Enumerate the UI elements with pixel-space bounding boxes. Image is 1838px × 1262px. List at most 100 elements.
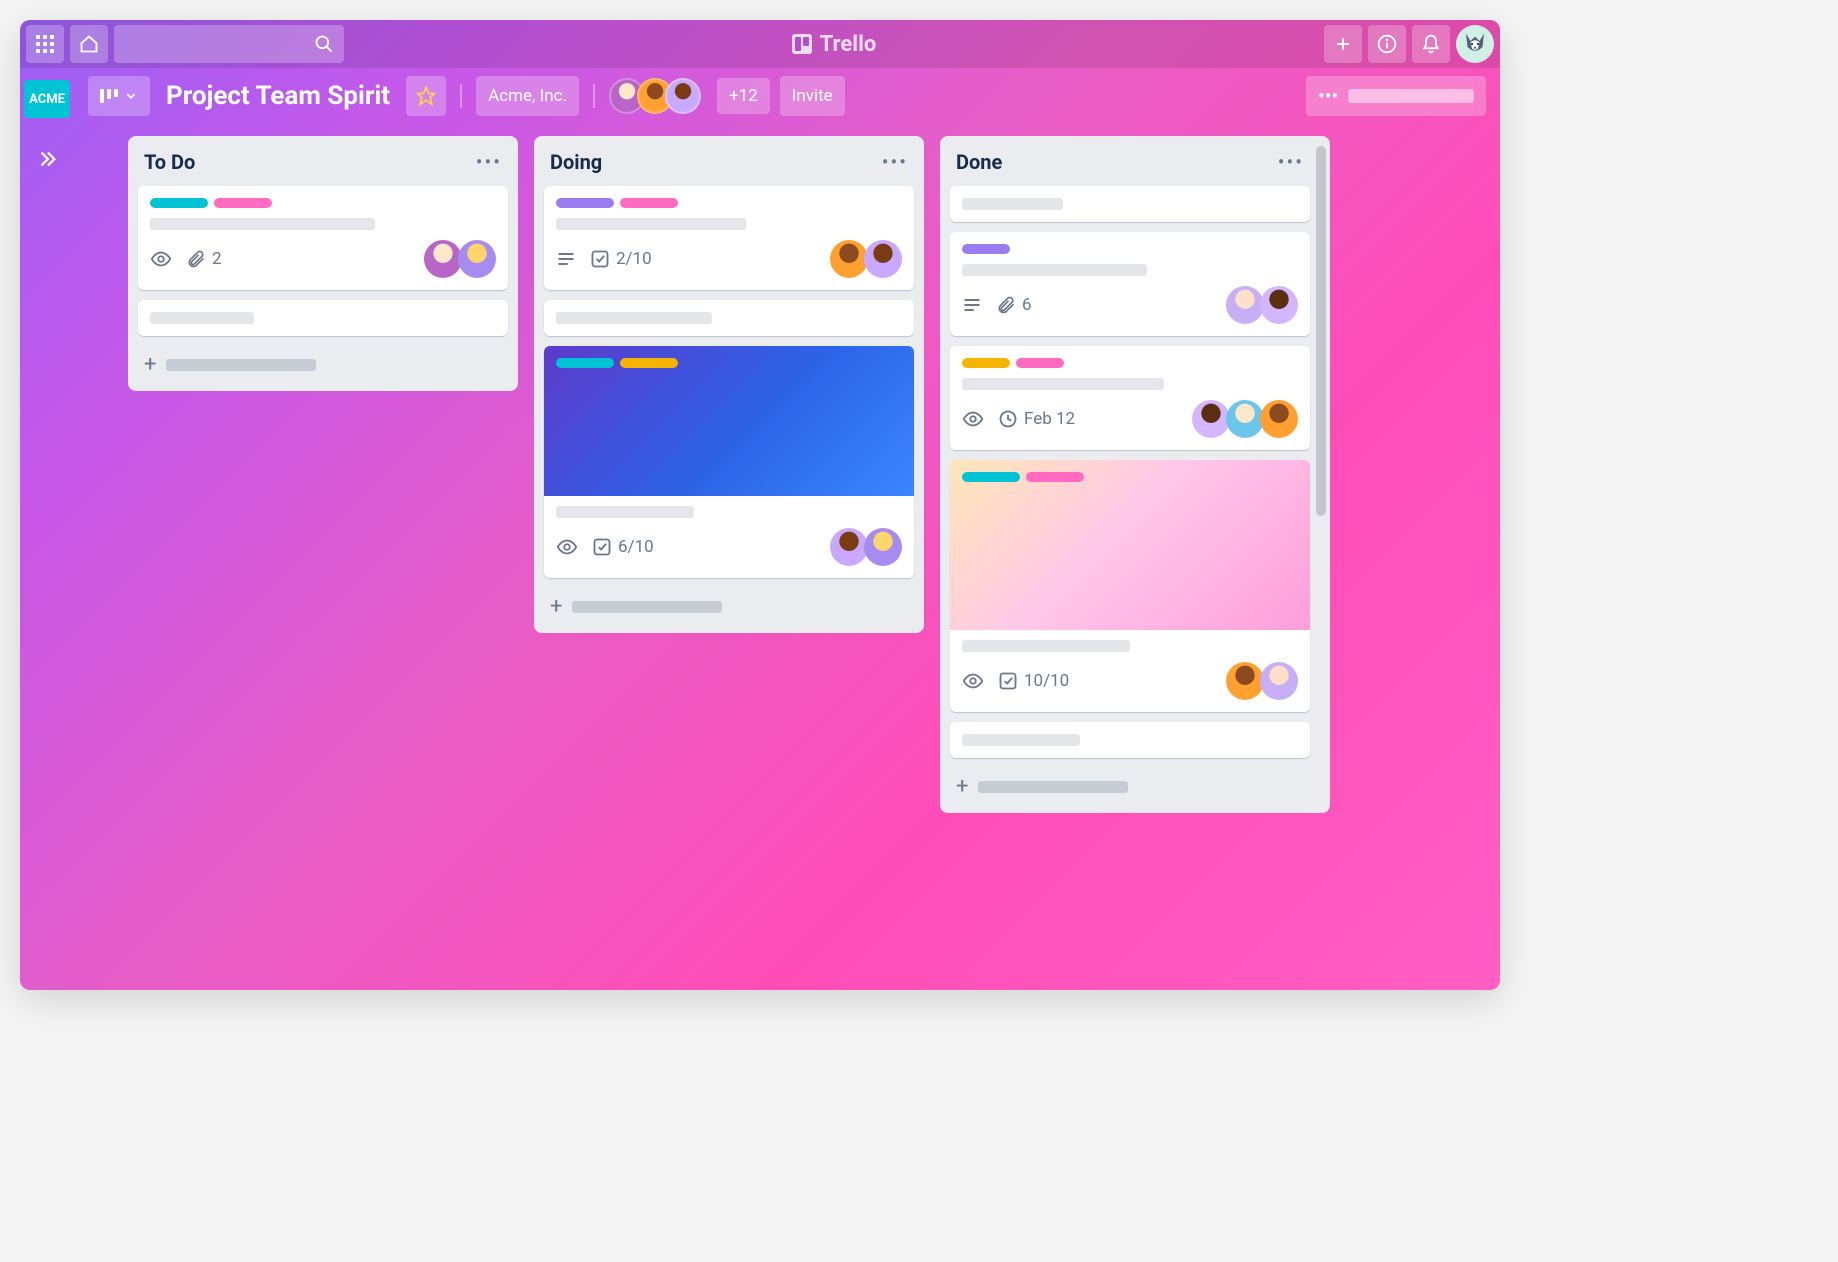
board-menu-button[interactable]: ••• xyxy=(1306,76,1486,116)
brand: Trello xyxy=(350,32,1318,57)
card[interactable]: 10/10 xyxy=(950,460,1310,712)
search-icon xyxy=(314,34,334,54)
list-menu-button[interactable]: ••• xyxy=(882,150,908,174)
placeholder-bar xyxy=(1348,89,1474,103)
card[interactable] xyxy=(544,300,914,336)
card-member-avatar[interactable] xyxy=(1226,286,1264,324)
card-member-avatar[interactable] xyxy=(1226,400,1264,438)
card[interactable]: 6/10 xyxy=(544,346,914,578)
card-member-avatar[interactable] xyxy=(1192,400,1230,438)
info-icon xyxy=(1377,34,1397,54)
attachments-count: 2 xyxy=(212,249,222,269)
card-title-placeholder xyxy=(962,198,1063,210)
add-card-button[interactable]: + xyxy=(950,768,1310,805)
card-member-avatar[interactable] xyxy=(1260,286,1298,324)
board-icon xyxy=(100,89,118,103)
workspace-rail: ACME xyxy=(20,68,74,990)
placeholder-bar xyxy=(978,781,1128,793)
label[interactable] xyxy=(556,358,614,368)
create-button[interactable] xyxy=(1324,25,1362,63)
checklist-icon xyxy=(590,249,610,269)
watch-badge xyxy=(150,248,172,270)
card-member-avatar[interactable] xyxy=(1260,662,1298,700)
card-title-placeholder xyxy=(962,378,1164,390)
label[interactable] xyxy=(556,198,614,208)
list-scrollbar[interactable] xyxy=(1316,146,1326,803)
grid-icon xyxy=(36,35,54,53)
notifications-button[interactable] xyxy=(1412,25,1450,63)
user-avatar[interactable] xyxy=(1456,25,1494,63)
board-title[interactable]: Project Team Spirit xyxy=(160,81,396,111)
info-button[interactable] xyxy=(1368,25,1406,63)
card[interactable] xyxy=(950,722,1310,758)
list-menu-button[interactable]: ••• xyxy=(1278,150,1304,174)
label[interactable] xyxy=(1026,472,1084,482)
expand-sidebar-button[interactable] xyxy=(36,148,58,170)
card[interactable]: 6 xyxy=(950,232,1310,336)
due-date-badge: Feb 12 xyxy=(998,409,1075,429)
card[interactable] xyxy=(950,186,1310,222)
card-member-avatar[interactable] xyxy=(864,528,902,566)
search-input[interactable] xyxy=(114,25,344,63)
list-todo: To Do ••• 2 xyxy=(128,136,518,391)
member-avatar[interactable] xyxy=(665,78,701,114)
label[interactable] xyxy=(962,244,1010,254)
ellipsis-icon: ••• xyxy=(1318,86,1338,106)
eye-icon xyxy=(556,536,578,558)
divider xyxy=(593,84,595,108)
trello-logo-icon xyxy=(792,34,812,54)
card[interactable]: Feb 12 xyxy=(950,346,1310,450)
paperclip-icon xyxy=(996,295,1016,315)
card-cover xyxy=(544,346,914,496)
label[interactable] xyxy=(620,358,678,368)
star-board-button[interactable] xyxy=(406,76,446,116)
card[interactable]: 2 xyxy=(138,186,508,290)
checklist-count: 6/10 xyxy=(618,537,654,557)
invite-button[interactable]: Invite xyxy=(780,76,845,116)
label[interactable] xyxy=(1016,358,1064,368)
label[interactable] xyxy=(620,198,678,208)
card-title-placeholder xyxy=(150,312,254,324)
list-menu-button[interactable]: ••• xyxy=(476,150,502,174)
card-member-avatar[interactable] xyxy=(1260,400,1298,438)
add-card-button[interactable]: + xyxy=(138,346,508,383)
placeholder-bar xyxy=(166,359,316,371)
eye-icon xyxy=(962,408,984,430)
card[interactable]: 2/10 xyxy=(544,186,914,290)
more-members-count[interactable]: +12 xyxy=(717,78,770,114)
app-window: Trello ACME xyxy=(20,20,1500,990)
scrollbar-thumb[interactable] xyxy=(1316,146,1326,516)
label[interactable] xyxy=(962,358,1010,368)
board-members[interactable] xyxy=(609,78,701,114)
label[interactable] xyxy=(214,198,272,208)
card-title-placeholder xyxy=(556,312,712,324)
workspace-badge[interactable]: ACME xyxy=(24,80,70,118)
label[interactable] xyxy=(962,472,1020,482)
card[interactable] xyxy=(138,300,508,336)
card-member-avatar[interactable] xyxy=(1226,662,1264,700)
chevrons-right-icon xyxy=(36,148,58,170)
card-member-avatar[interactable] xyxy=(458,240,496,278)
home-button[interactable] xyxy=(70,25,108,63)
apps-menu-button[interactable] xyxy=(26,25,64,63)
plus-icon: + xyxy=(956,774,968,799)
card-member-avatar[interactable] xyxy=(830,240,868,278)
description-icon xyxy=(556,249,576,269)
eye-icon xyxy=(150,248,172,270)
checklist-badge: 10/10 xyxy=(998,671,1069,691)
list-title[interactable]: Done xyxy=(956,150,1002,174)
label[interactable] xyxy=(150,198,208,208)
list-title[interactable]: Doing xyxy=(550,150,602,174)
card-member-avatar[interactable] xyxy=(830,528,868,566)
checklist-count: 10/10 xyxy=(1024,671,1069,691)
card-member-avatar[interactable] xyxy=(864,240,902,278)
add-card-button[interactable]: + xyxy=(544,588,914,625)
list-title[interactable]: To Do xyxy=(144,150,195,174)
board-view-switcher[interactable] xyxy=(88,76,150,116)
card-title-placeholder xyxy=(150,218,375,230)
plus-icon: + xyxy=(550,594,562,619)
organization-button[interactable]: Acme, Inc. xyxy=(476,76,579,116)
card-member-avatar[interactable] xyxy=(424,240,462,278)
card-title-placeholder xyxy=(556,218,746,230)
plus-icon: + xyxy=(144,352,156,377)
